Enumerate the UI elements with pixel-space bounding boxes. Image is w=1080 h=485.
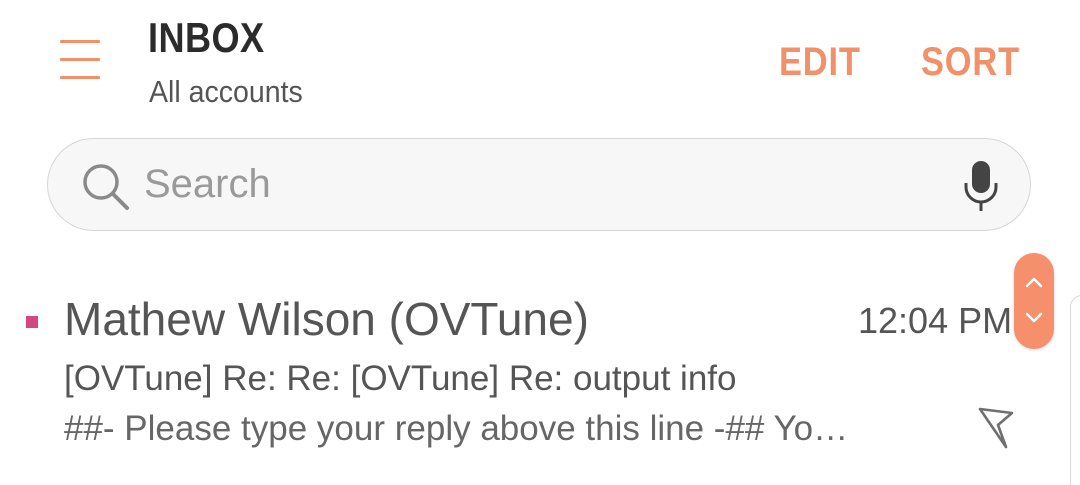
side-panel-edge [1070,295,1080,485]
search-bar[interactable] [47,138,1031,231]
email-preview: ##- Please type your reply above this li… [64,409,849,448]
email-sender: Mathew Wilson (OVTune) [64,293,589,345]
sort-button[interactable]: SORT [921,40,1020,85]
flag-icon[interactable] [976,403,1016,453]
edit-button[interactable]: EDIT [779,40,861,85]
scroll-control[interactable] [1014,253,1054,349]
unread-marker [26,316,38,328]
chevron-up-icon[interactable] [1024,275,1044,291]
account-filter-label: All accounts [149,74,303,109]
email-app-screen: INBOX All accounts EDIT SORT Mathew Wils… [0,0,1080,485]
page-title: INBOX [148,14,265,61]
menu-button[interactable] [60,38,102,82]
chevron-down-icon[interactable] [1024,309,1044,325]
search-icon [83,164,129,210]
search-input[interactable] [144,153,924,215]
microphone-icon[interactable] [960,159,1002,213]
email-list-item[interactable]: Mathew Wilson (OVTune) 12:04 PM [OVTune]… [0,275,1080,485]
email-time: 12:04 PM [858,300,1013,341]
email-subject: [OVTune] Re: Re: [OVTune] Re: output inf… [64,359,737,398]
